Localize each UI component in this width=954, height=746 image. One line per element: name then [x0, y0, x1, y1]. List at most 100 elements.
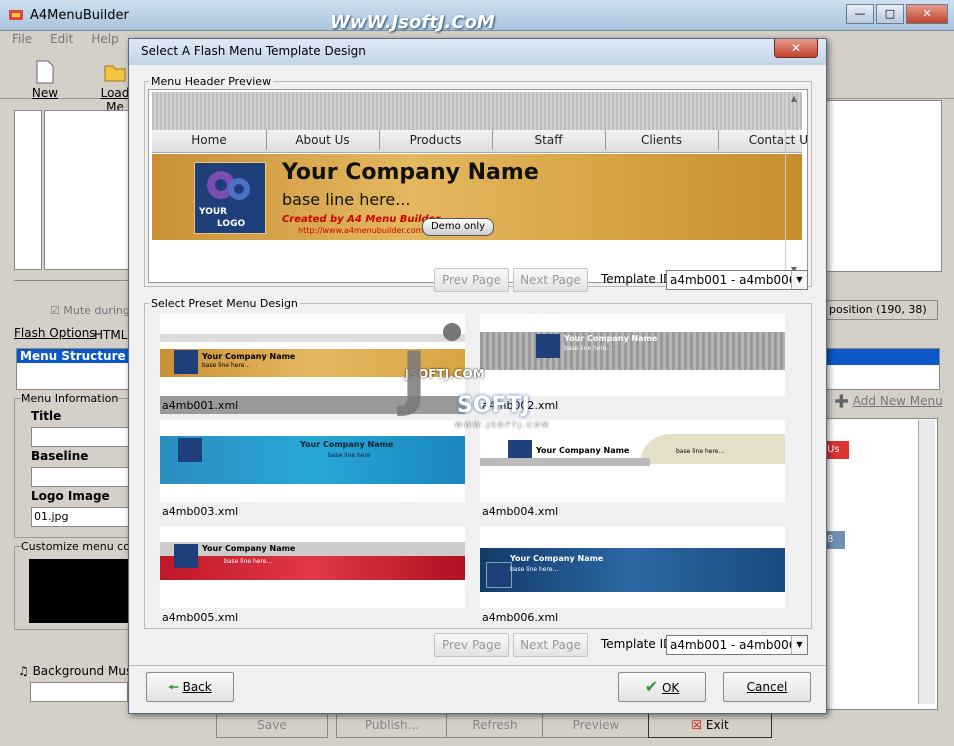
app-title: A4MenuBuilder [30, 8, 129, 23]
mute-checkbox[interactable]: ☑ Mute during [50, 304, 130, 317]
preview-baseline: base line here... [282, 190, 411, 209]
ruler-panel [14, 110, 42, 270]
template-5-baseline: base line here... [224, 558, 273, 565]
exit-label: Exit [705, 718, 729, 732]
template-image-5: Your Company Name base line here... [160, 526, 465, 608]
watermark-letter: J [401, 337, 428, 419]
template-3-baseline: base line here [328, 452, 371, 459]
preview-nav-staff: Staff [492, 130, 606, 150]
new-button[interactable]: New [20, 56, 70, 100]
preset-design-label: Select Preset Menu Design [151, 297, 298, 310]
preview-url: http://www.a4menubuilder.com [298, 226, 424, 235]
template-1-baseline: base line here... [202, 362, 251, 369]
template-6-logo [486, 562, 512, 588]
publish-button[interactable]: Publish... [336, 712, 448, 738]
template-3-logo [178, 438, 202, 462]
prev-page-button-bottom[interactable]: Prev Page [434, 633, 509, 657]
template-thumb-6[interactable]: Your Company Name base line here... a4mb… [480, 526, 785, 626]
preview-nav-about: About Us [266, 130, 380, 150]
preview-button[interactable]: Preview [542, 712, 650, 738]
template-id-select-bottom[interactable]: a4mb001 - a4mb006 ▼ [666, 635, 808, 655]
jsoftj-watermark: JSOFTJ.COM SOFTJ W W W . J S O F T J . C… [397, 317, 577, 457]
chevron-down-icon: ▼ [791, 271, 807, 289]
add-new-menu-button[interactable]: ➕ Add New Menu [834, 394, 943, 408]
demo-only-badge: Demo only [422, 218, 494, 236]
header-preview-frame: Home About Us Products Staff Clients Con… [148, 89, 808, 283]
next-page-button-top[interactable]: Next Page [513, 268, 588, 292]
preview-panel [44, 110, 136, 270]
logo-image-input[interactable]: 01.jpg [31, 507, 135, 527]
menu-structure-panel: Menu Structure [16, 348, 132, 390]
menu-structure-header: Menu Structure [17, 349, 131, 363]
refresh-button[interactable]: Refresh [446, 712, 544, 738]
back-arrow-icon: 🠔 [168, 680, 179, 694]
header-preview-label: Menu Header Preview [151, 75, 272, 88]
template-5-logo [174, 544, 198, 568]
customize-color-group: Customize menu color [14, 540, 145, 630]
title-input[interactable] [31, 427, 133, 447]
watermark-url: W W W . J S O F T J . C O M [455, 421, 548, 429]
preview-scrollbar[interactable]: ▲ ▼ [785, 94, 802, 274]
template-image-6: Your Company Name base line here... [480, 526, 785, 608]
preview-created-by: Created by A4 Menu Builder [282, 214, 441, 225]
preview-nav-products: Products [379, 130, 493, 150]
menu-item-chip-red[interactable]: Us [827, 441, 849, 459]
save-button[interactable]: Save [216, 712, 328, 738]
minimize-button[interactable]: — [846, 4, 874, 24]
position-readout: position (190, 38) [826, 300, 938, 320]
preview-banner: YOUR LOGO Your Company Name base line he… [152, 154, 802, 240]
template-thumb-5[interactable]: Your Company Name base line here... a4mb… [160, 526, 465, 626]
add-new-menu-label: Add New Menu [852, 394, 943, 408]
publish-label: Publish... [364, 718, 420, 732]
background-music-input[interactable] [30, 682, 128, 702]
menu-file[interactable]: File [12, 32, 32, 46]
scroll-up-arrow-icon[interactable]: ▲ [786, 94, 802, 103]
tab-html[interactable]: HTML [94, 328, 127, 342]
next-page-label-bottom: Next Page [520, 638, 581, 652]
prev-page-button-top[interactable]: Prev Page [434, 268, 509, 292]
template-6-company: Your Company Name [510, 554, 604, 563]
template-id-value-top: a4mb001 - a4mb006 [670, 273, 797, 287]
menu-items-scrollbar[interactable] [918, 420, 935, 704]
checkmark-icon: ✔ [644, 677, 659, 696]
exit-button[interactable]: ☒ Exit [648, 712, 772, 738]
back-label: Back [182, 680, 212, 694]
customize-color-label: Customize menu color [21, 540, 145, 553]
menu-edit[interactable]: Edit [50, 32, 73, 46]
menu-item-chip-blue[interactable]: 8 [827, 531, 845, 549]
cancel-button[interactable]: Cancel [723, 672, 811, 702]
baseline-label: Baseline [31, 449, 89, 463]
color-swatch-grid[interactable] [29, 559, 129, 623]
back-button[interactable]: 🠔 Back [146, 672, 234, 702]
menu-help[interactable]: Help [91, 32, 118, 46]
tab-flash-options[interactable]: Flash Options [14, 326, 96, 340]
template-id-value-bottom: a4mb001 - a4mb006 [670, 638, 797, 652]
watermark-brand: SOFTJ [457, 393, 530, 418]
template-id-select-top[interactable]: a4mb001 - a4mb006 ▼ [666, 270, 808, 290]
menu-information-label: Menu Information [21, 392, 119, 405]
preview-panel-right [826, 100, 942, 272]
timeline-slider[interactable] [14, 270, 134, 281]
next-page-button-bottom[interactable]: Next Page [513, 633, 588, 657]
new-file-icon [36, 60, 54, 84]
template-3-company: Your Company Name [300, 440, 394, 449]
save-label: Save [257, 718, 287, 732]
template-4-baseline: base line here... [676, 448, 725, 455]
baseline-input[interactable] [31, 467, 133, 487]
prev-page-label-top: Prev Page [441, 273, 502, 287]
window-controls: — □ ✕ [844, 4, 948, 24]
cancel-label: Cancel [746, 680, 788, 694]
dialog-close-button[interactable]: ✕ [774, 39, 818, 58]
maximize-button[interactable]: □ [876, 4, 904, 24]
dialog-title: Select A Flash Menu Template Design [141, 44, 366, 58]
menu-structure-panel-right [826, 348, 940, 390]
template-1-logo [174, 350, 198, 374]
close-window-button[interactable]: ✕ [906, 4, 948, 24]
your-logo-image: YOUR LOGO [194, 162, 266, 234]
template-6-baseline: base line here... [510, 566, 559, 573]
menu-structure-row-selected[interactable] [827, 349, 939, 365]
tab-html-label: HTML [94, 328, 128, 342]
tab-flash-options-label: Flash Options [14, 326, 96, 340]
preview-label: Preview [572, 718, 620, 732]
ok-button[interactable]: ✔ OK [618, 672, 706, 702]
